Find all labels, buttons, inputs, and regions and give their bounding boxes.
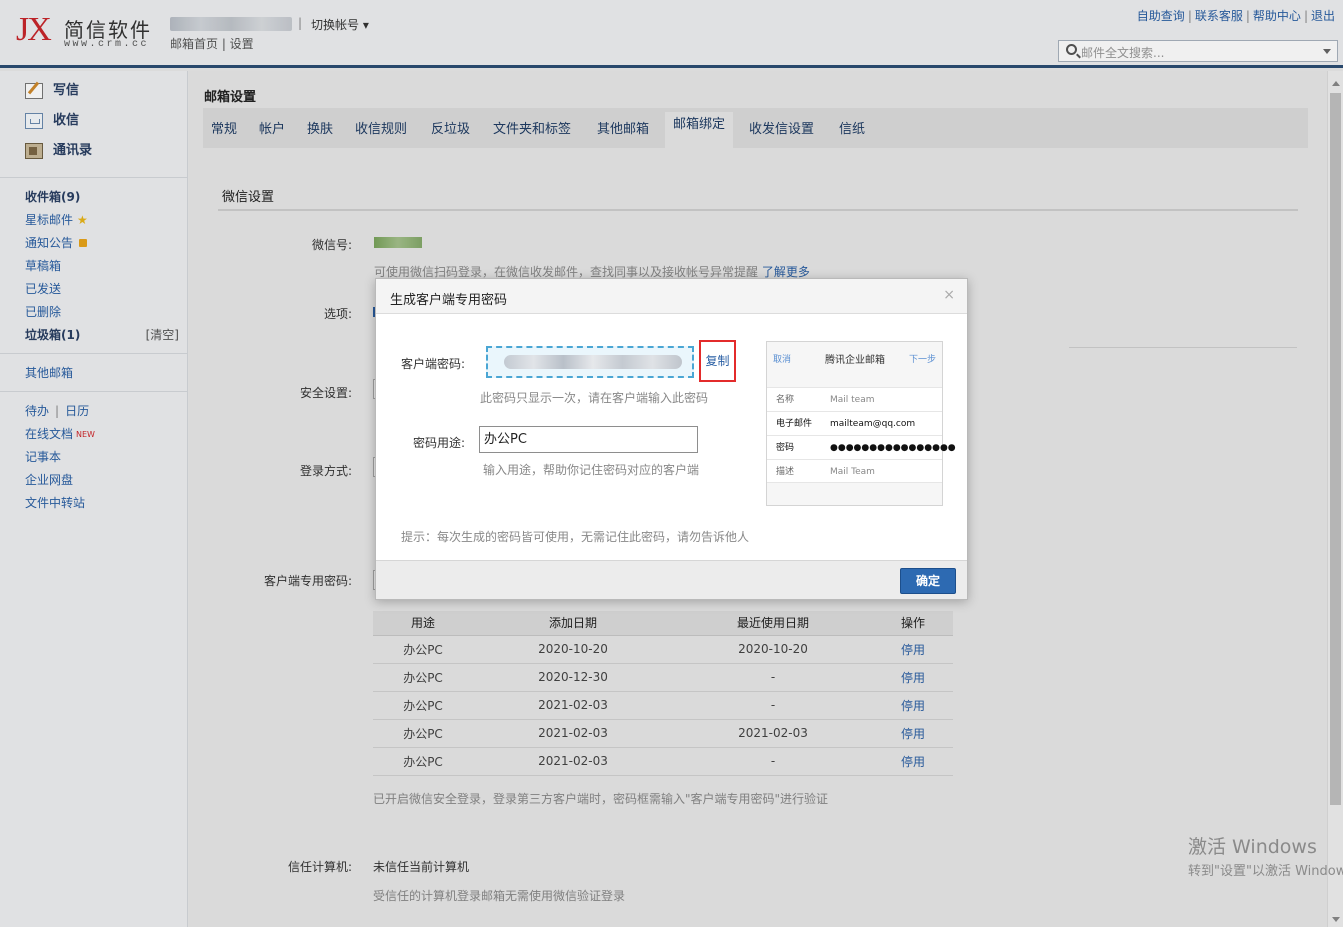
dialog-header: 生成客户端专用密码 ×	[376, 279, 967, 314]
client-password-field-label: 客户端密码:	[401, 357, 466, 371]
preview-row: 名称 Mail team	[767, 387, 942, 411]
client-config-preview: 取消 腾讯企业邮箱 下一步 名称 Mail team 电子邮件 mailteam@q…	[766, 341, 956, 506]
dialog-footer: 确定	[376, 560, 967, 599]
dialog-tip: 提示：每次生成的密码皆可使用，无需记住此密码，请勿告诉他人	[401, 530, 750, 544]
windows-activation-hint: 转到"设置"以激活 Windows。	[1188, 864, 1343, 879]
preview-row: 密码 ●●●●●●●●●●●●●●●●	[767, 435, 956, 459]
generated-password-field[interactable]	[486, 346, 694, 378]
password-once-note: 此密码只显示一次，请在客户端输入此密码	[480, 391, 709, 405]
password-usage-label: 密码用途:	[413, 436, 466, 450]
preview-cancel: 取消	[773, 355, 792, 365]
password-usage-input[interactable]: 办公PC	[479, 426, 698, 453]
usage-note: 输入用途，帮助你记住密码对应的客户端	[483, 463, 700, 477]
generate-client-password-dialog: 生成客户端专用密码 × 客户端密码: 复制 此密码只显示一次，请在客户端输入此密…	[375, 278, 968, 600]
password-value-blurred	[504, 355, 682, 369]
preview-title: 腾讯企业邮箱	[825, 355, 885, 366]
close-icon[interactable]: ×	[943, 287, 955, 303]
preview-row: 电子邮件 mailteam@qq.com	[767, 411, 942, 435]
windows-activation-title: 激活 Windows	[1188, 836, 1317, 858]
confirm-button[interactable]: 确定	[900, 568, 956, 594]
preview-header: 取消 腾讯企业邮箱 下一步	[767, 342, 942, 372]
preview-next: 下一步	[908, 355, 936, 365]
dialog-title: 生成客户端专用密码	[390, 293, 508, 308]
preview-row: 描述 Mail Team	[767, 459, 942, 483]
copy-password-button[interactable]: 复制	[699, 340, 736, 382]
